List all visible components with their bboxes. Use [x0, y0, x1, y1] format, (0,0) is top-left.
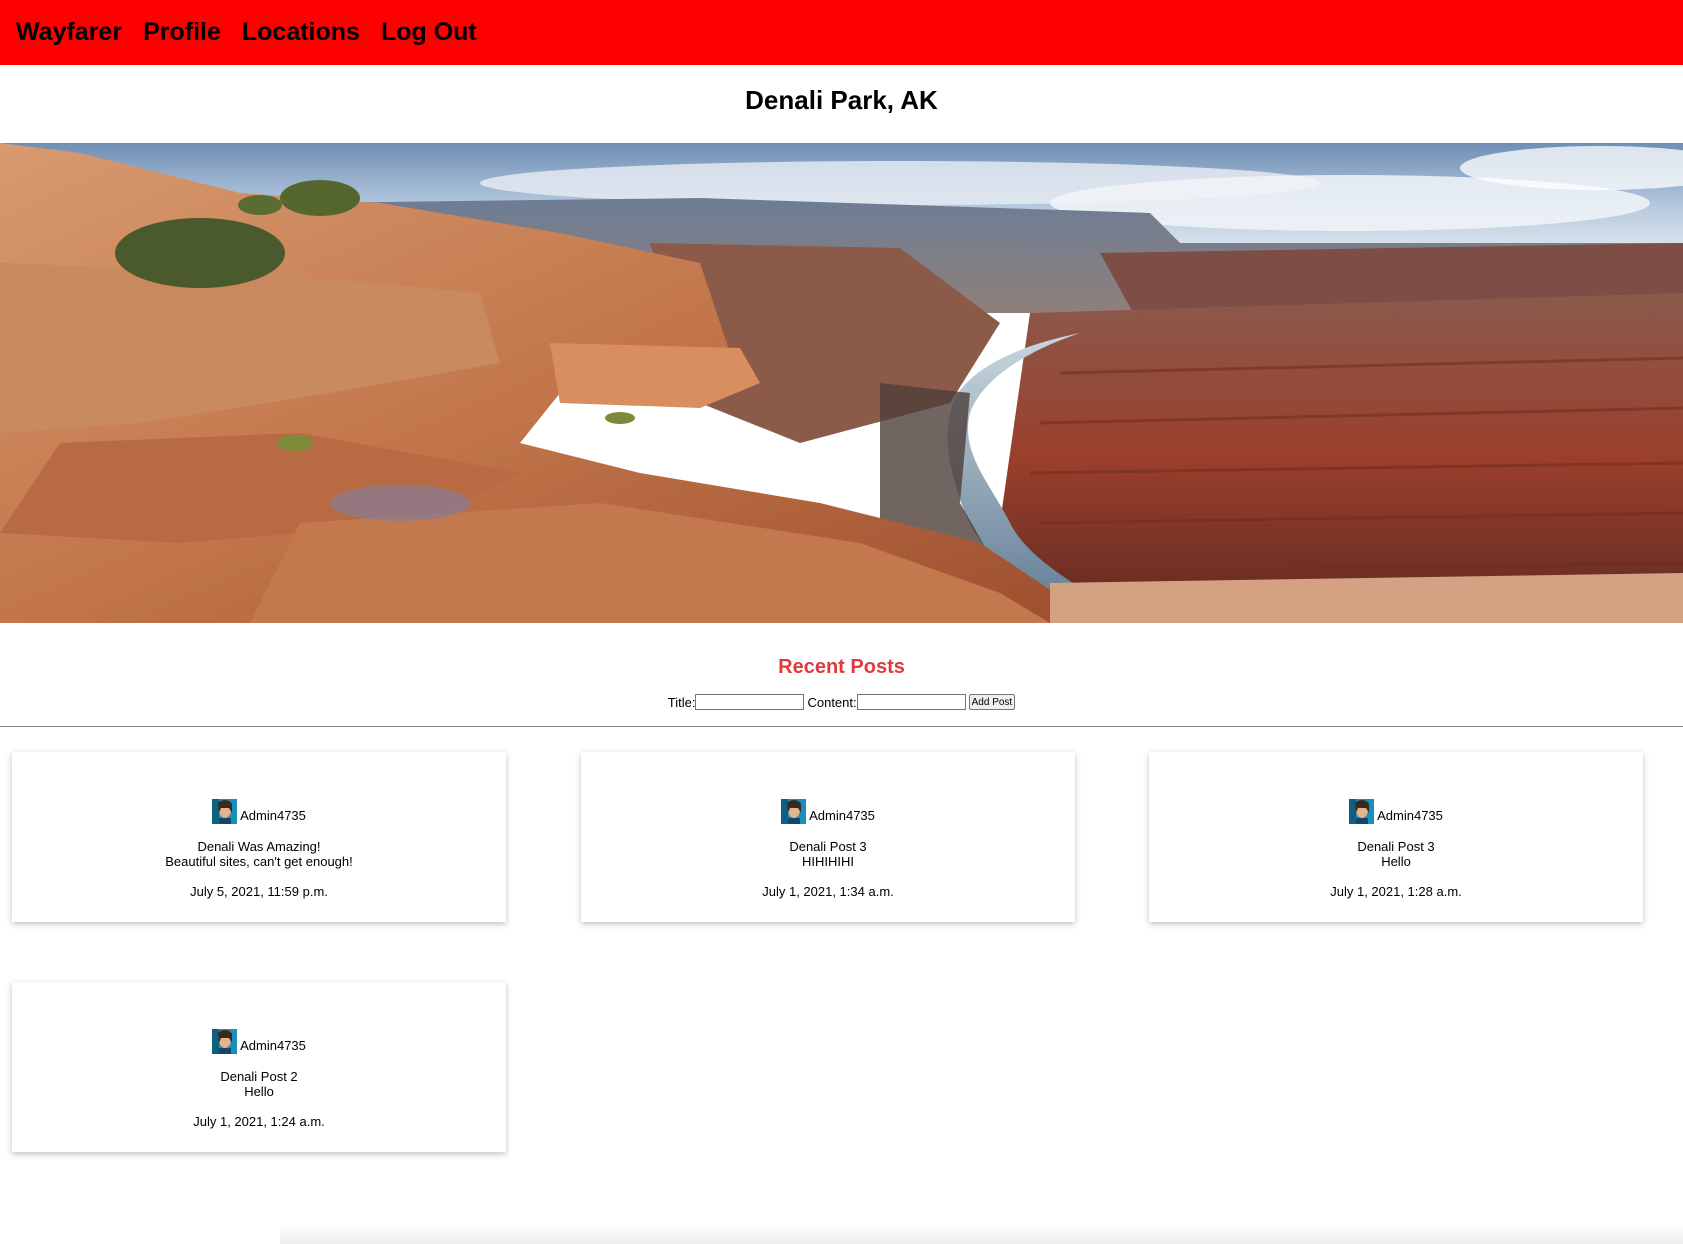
post-date: July 5, 2021, 11:59 p.m. — [190, 884, 328, 899]
nav-link-wayfarer[interactable]: Wayfarer — [16, 18, 122, 47]
post-title: Denali Post 3 — [1357, 839, 1435, 854]
post-author: Admin4735 — [809, 808, 875, 823]
page-title: Denali Park, AK — [745, 85, 938, 115]
post-title: Denali Post 3 — [789, 839, 867, 854]
user-avatar-icon — [781, 799, 807, 824]
nav-link-profile[interactable]: Profile — [143, 18, 221, 47]
post-card[interactable]: Admin4735 Denali Post 3 HIHIHIHI July 1,… — [581, 752, 1075, 922]
post-author: Admin4735 — [240, 808, 306, 823]
user-avatar-icon — [212, 799, 238, 824]
post-author-row: Admin4735 — [1149, 799, 1643, 824]
post-content: Hello — [1381, 854, 1411, 869]
post-author: Admin4735 — [1377, 808, 1443, 823]
post-content: Hello — [244, 1084, 274, 1099]
post-card[interactable]: Admin4735 Denali Was Amazing! Beautiful … — [12, 752, 506, 922]
add-post-button[interactable]: Add Post — [968, 694, 1016, 710]
post-date: July 1, 2021, 1:24 a.m. — [193, 1114, 325, 1129]
title-input[interactable] — [695, 694, 805, 710]
top-navbar: Wayfarer Profile Locations Log Out — [0, 0, 1683, 65]
post-date: July 1, 2021, 1:28 a.m. — [1330, 884, 1462, 899]
content-input[interactable] — [856, 694, 966, 710]
post-content: Beautiful sites, can't get enough! — [165, 854, 353, 869]
post-title: Denali Post 2 — [220, 1069, 298, 1084]
user-avatar-icon — [1349, 799, 1375, 824]
nav-link-locations[interactable]: Locations — [242, 18, 360, 47]
nav-link-log-out[interactable]: Log Out — [381, 18, 477, 47]
post-date: July 1, 2021, 1:34 a.m. — [762, 884, 894, 899]
user-avatar-icon — [212, 1029, 238, 1054]
post-author: Admin4735 — [240, 1038, 306, 1053]
post-author-row: Admin4735 — [12, 1029, 506, 1054]
post-author-row: Admin4735 — [12, 799, 506, 824]
recent-posts-heading: Recent Posts — [778, 656, 905, 678]
post-author-row: Admin4735 — [581, 799, 1075, 824]
post-content: HIHIHIHI — [802, 854, 854, 869]
post-title: Denali Was Amazing! — [197, 839, 321, 854]
page-bottom-shade — [280, 1226, 1683, 1244]
post-card[interactable]: Admin4735 Denali Post 3 Hello July 1, 20… — [1149, 752, 1643, 922]
location-hero-image — [0, 143, 1683, 623]
add-post-form: Title: Content: Add Post — [0, 694, 1683, 710]
section-divider — [0, 726, 1683, 727]
title-label: Title: — [667, 694, 696, 710]
content-label: Content: — [807, 694, 857, 710]
post-card[interactable]: Admin4735 Denali Post 2 Hello July 1, 20… — [12, 982, 506, 1152]
